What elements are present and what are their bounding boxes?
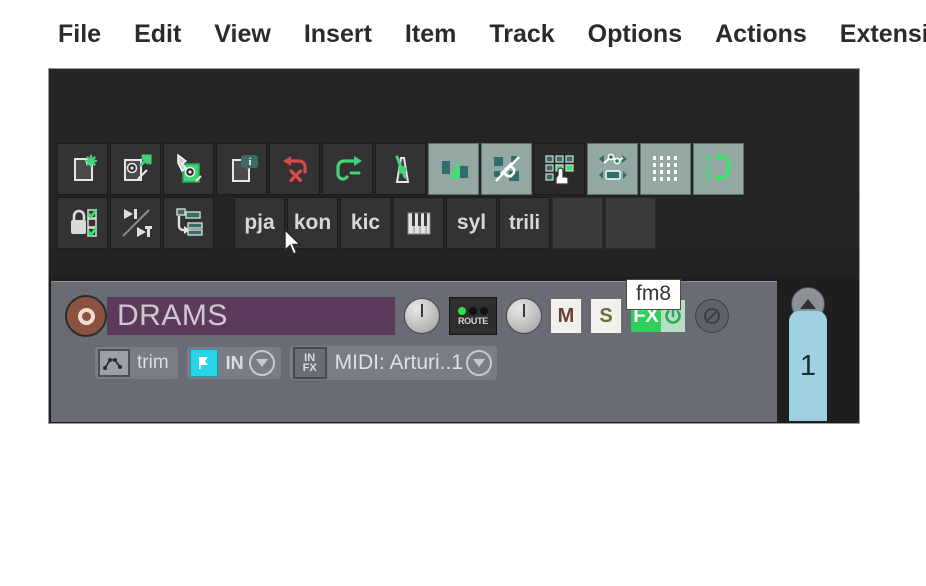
reaper-main-window: i pja kon kic syl trili DRAMS ROUTE M S … — [48, 68, 860, 424]
fx-preset-button-empty-2[interactable] — [605, 197, 656, 249]
input-dropdown-arrow-icon[interactable] — [248, 350, 275, 376]
route-leds — [458, 306, 488, 315]
play-to-marker-icon[interactable] — [110, 197, 161, 249]
ripple-edit-icon[interactable] — [163, 197, 214, 249]
menu-item-file[interactable]: File — [58, 20, 101, 49]
menu-item-track[interactable]: Track — [489, 20, 554, 49]
input-label: IN — [225, 352, 244, 373]
mute-button[interactable]: M — [550, 298, 582, 334]
track-name-field[interactable]: DRAMS — [107, 297, 395, 335]
loop-icon[interactable] — [693, 143, 744, 195]
vertical-scrollbar[interactable]: 1 — [789, 311, 827, 421]
midi-input-group[interactable]: IN FX MIDI: Arturi..1 — [289, 346, 498, 380]
route-button-label: ROUTE — [457, 315, 488, 326]
grouping-matrix-icon[interactable] — [534, 143, 585, 195]
pan-knob[interactable] — [506, 298, 542, 334]
metronome-icon[interactable] — [375, 143, 426, 195]
track-control-panel-area: DRAMS ROUTE M S FX trim IN IN FX MIDI: A… — [49, 277, 859, 423]
phase-invert-icon[interactable] — [695, 299, 729, 333]
link-items-icon[interactable] — [481, 143, 532, 195]
redo-icon[interactable] — [322, 143, 373, 195]
track-number-label: 1 — [799, 349, 817, 382]
menu-item-extensions[interactable]: Extensio — [840, 20, 926, 49]
undo-icon[interactable] — [269, 143, 320, 195]
menu-item-item[interactable]: Item — [405, 20, 456, 49]
grid-snap-icon[interactable] — [640, 143, 691, 195]
route-button[interactable]: ROUTE — [449, 297, 497, 335]
record-arm-ring — [77, 307, 95, 325]
volume-knob[interactable] — [404, 298, 440, 334]
envelope-icon[interactable] — [98, 349, 130, 377]
open-project-icon[interactable] — [110, 143, 161, 195]
menu-item-actions[interactable]: Actions — [715, 20, 807, 49]
tooltip: fm8 — [626, 279, 682, 310]
solo-button[interactable]: S — [590, 298, 622, 334]
track-scroll-strip: 1 — [779, 281, 857, 421]
project-settings-icon[interactable]: i — [216, 143, 267, 195]
lock-checkboxes-icon[interactable] — [57, 197, 108, 249]
fx-preset-button-kic[interactable]: kic — [340, 197, 391, 249]
save-project-icon[interactable] — [163, 143, 214, 195]
svg-text:i: i — [248, 156, 251, 168]
menu-item-edit[interactable]: Edit — [134, 20, 181, 49]
midi-dropdown-arrow-icon[interactable] — [466, 350, 493, 376]
toolbar-empty-area — [49, 69, 859, 143]
input-fx-line-2: FX — [302, 362, 317, 374]
menu-item-options[interactable]: Options — [588, 20, 682, 49]
input-fx-badge-icon[interactable]: IN FX — [292, 347, 327, 379]
envelope-points-icon[interactable] — [587, 143, 638, 195]
fx-preset-button-empty-1[interactable] — [552, 197, 603, 249]
new-project-icon[interactable] — [57, 143, 108, 195]
record-arm-icon[interactable] — [65, 295, 107, 337]
fx-preset-button-pja[interactable]: pja — [234, 197, 285, 249]
midi-input-label: MIDI: Arturi..1 — [334, 351, 464, 374]
menu-bar: File Edit View Insert Item Track Options… — [0, 0, 926, 68]
menu-item-insert[interactable]: Insert — [304, 20, 372, 49]
toolbar-row-secondary: pja kon kic syl trili — [49, 197, 859, 249]
piano-keys-icon[interactable] — [393, 197, 444, 249]
trim-label: trim — [137, 352, 169, 373]
menu-item-view[interactable]: View — [214, 20, 271, 49]
crossfade-icon[interactable] — [428, 143, 479, 195]
toolbar-row-primary: i — [49, 143, 859, 195]
fx-preset-button-trili[interactable]: trili — [499, 197, 550, 249]
fx-preset-button-syl[interactable]: syl — [446, 197, 497, 249]
fx-preset-button-kon[interactable]: kon — [287, 197, 338, 249]
trim-envelope-group[interactable]: trim — [95, 347, 178, 379]
track-header-row-bottom: trim IN IN FX MIDI: Arturi..1 — [95, 344, 775, 382]
monitor-input-icon[interactable] — [189, 349, 218, 377]
input-monitor-group[interactable]: IN — [186, 347, 281, 379]
